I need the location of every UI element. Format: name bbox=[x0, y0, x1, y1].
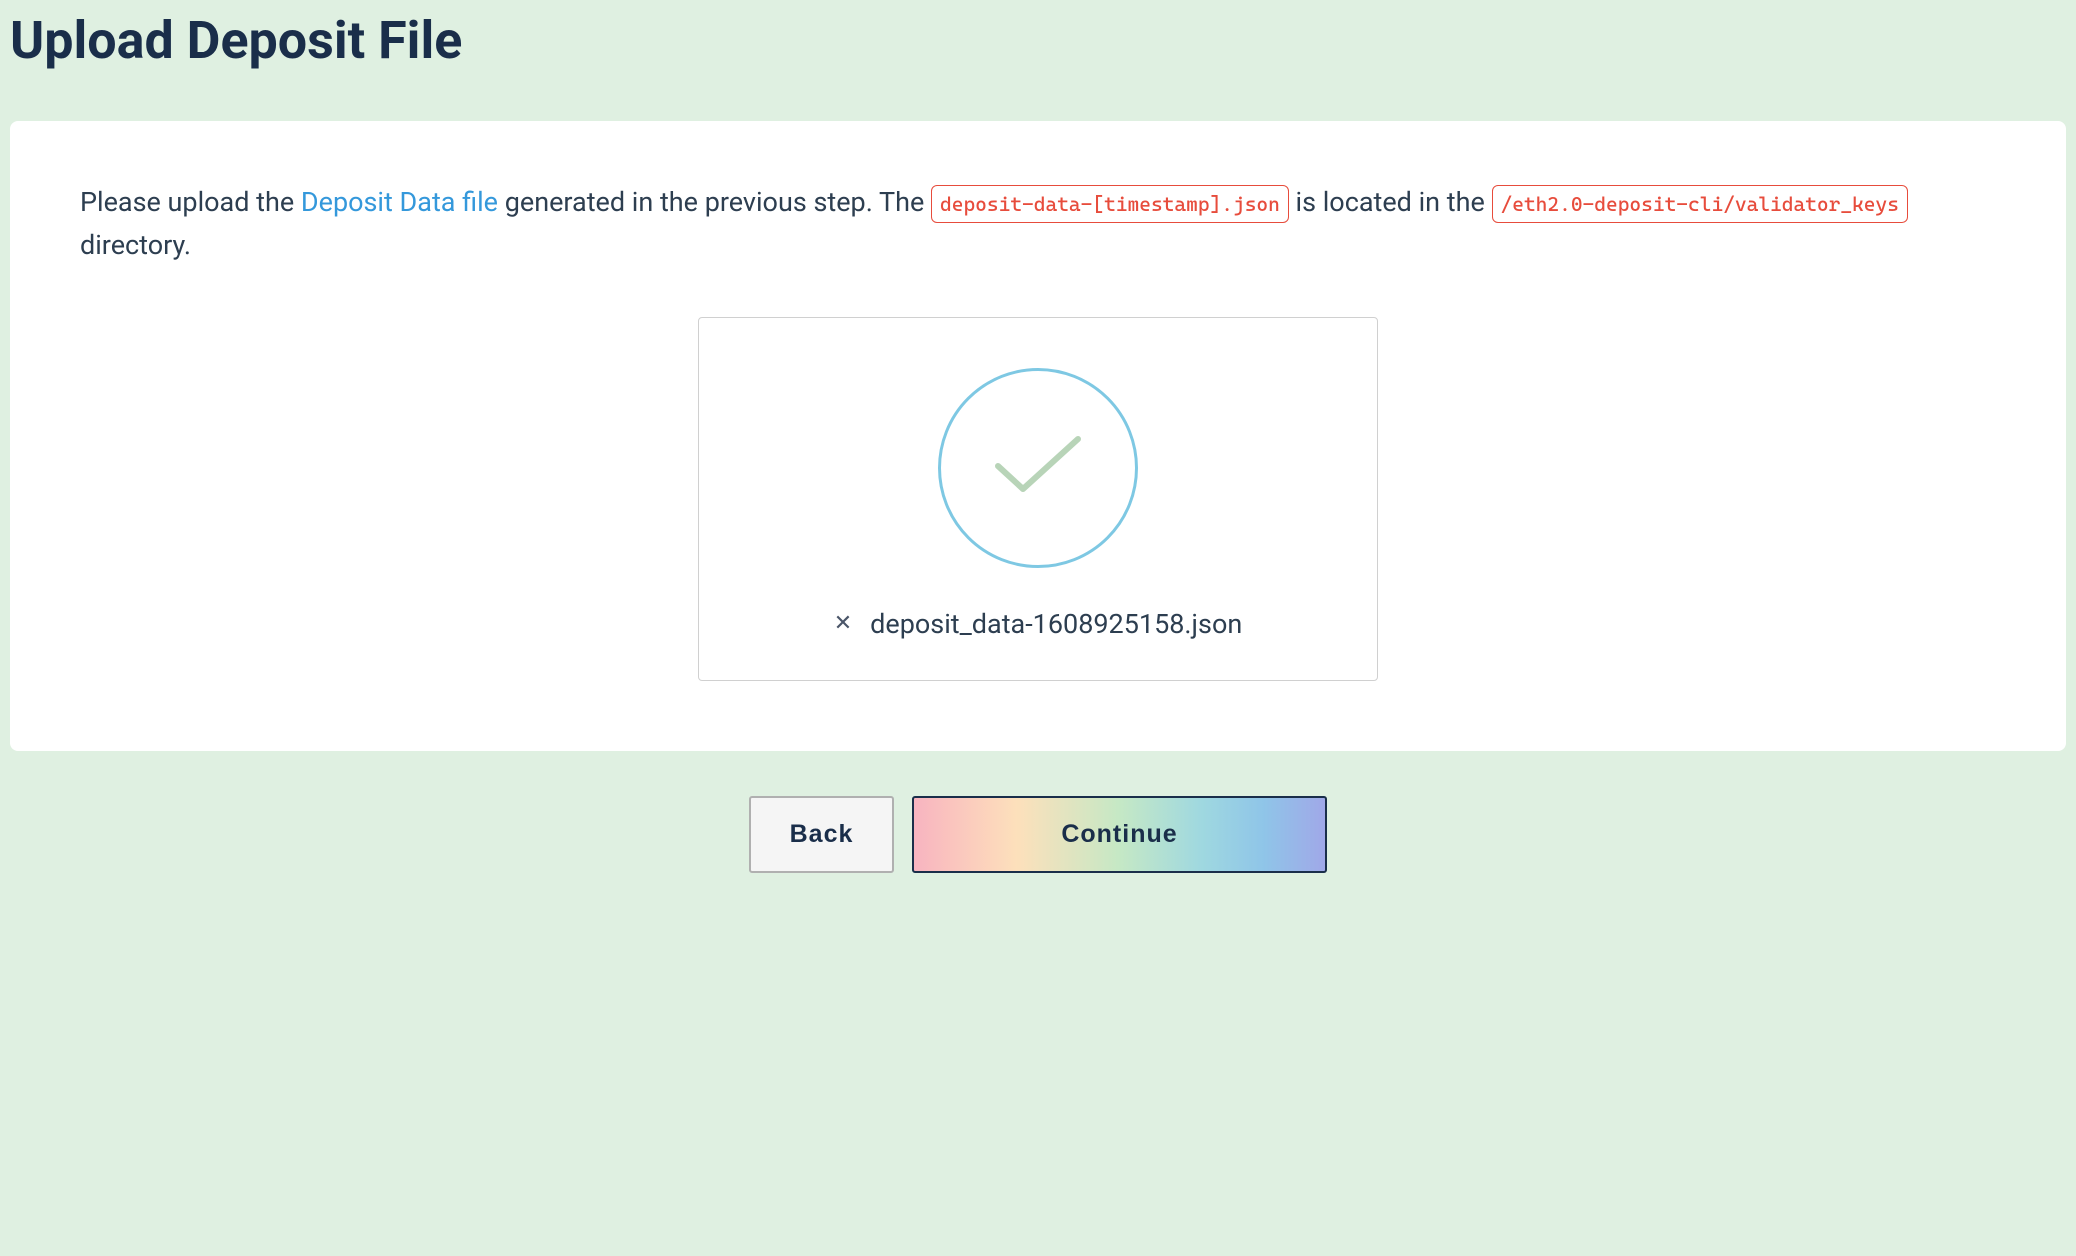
back-button[interactable]: Back bbox=[749, 796, 894, 873]
upload-card: Please upload the Deposit Data file gene… bbox=[10, 121, 2066, 751]
instruction-end: directory. bbox=[80, 229, 191, 261]
continue-button[interactable]: Continue bbox=[912, 796, 1327, 873]
page-title: Upload Deposit File bbox=[0, 0, 2076, 101]
code-filename: deposit-data-[timestamp].json bbox=[931, 185, 1289, 223]
instruction-text: Please upload the Deposit Data file gene… bbox=[80, 181, 1996, 267]
instruction-prefix: Please upload the bbox=[80, 186, 301, 218]
remove-file-icon[interactable]: ✕ bbox=[834, 613, 852, 635]
instruction-after-link: generated in the previous step. The bbox=[498, 186, 931, 218]
code-path: /eth2.0-deposit-cli/validator_keys bbox=[1492, 185, 1908, 223]
uploaded-file-row: ✕ deposit_data-1608925158.json bbox=[834, 608, 1243, 640]
uploaded-file-name: deposit_data-1608925158.json bbox=[870, 608, 1242, 640]
deposit-data-file-link[interactable]: Deposit Data file bbox=[301, 186, 498, 218]
success-circle-icon bbox=[938, 368, 1138, 568]
checkmark-icon bbox=[988, 431, 1088, 501]
button-row: Back Continue bbox=[0, 796, 2076, 903]
instruction-middle: is located in the bbox=[1289, 186, 1492, 218]
upload-dropzone[interactable]: ✕ deposit_data-1608925158.json bbox=[698, 317, 1378, 681]
